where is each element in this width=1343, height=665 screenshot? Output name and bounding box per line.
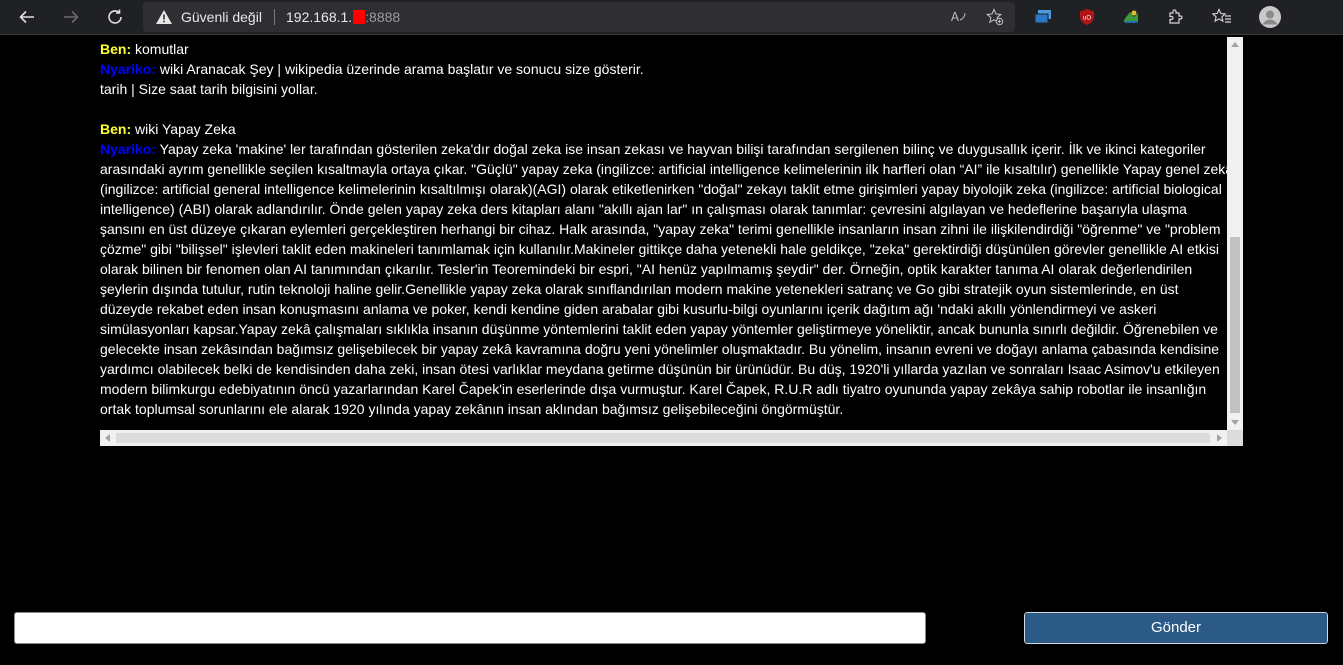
url-text[interactable]: 192.168.1. :8888 — [286, 9, 400, 25]
scroll-down-icon[interactable] — [1231, 420, 1239, 425]
bot-speaker-label: Nyariko: — [100, 141, 157, 157]
extensions-icon[interactable] — [1160, 2, 1190, 32]
browser-toolbar: Güvenli değil 192.168.1. :8888 A uO — [0, 0, 1343, 35]
favorites-icon[interactable] — [1207, 2, 1237, 32]
url-host: 192.168.1. — [286, 9, 353, 25]
chat-message: Ben: komutlar — [100, 39, 1227, 59]
vertical-scroll-thumb[interactable] — [1230, 237, 1240, 413]
send-button[interactable]: Gönder — [1023, 611, 1329, 645]
message-text: tarih | Size saat tarih bilgisini yollar… — [100, 81, 318, 97]
address-bar[interactable]: Güvenli değil 192.168.1. :8888 A — [143, 2, 1015, 32]
scroll-left-icon[interactable] — [105, 434, 110, 442]
security-status[interactable]: Güvenli değil — [181, 9, 262, 25]
collections-icon[interactable] — [1028, 2, 1058, 32]
message-text: komutlar — [131, 41, 189, 57]
message-input[interactable] — [14, 612, 926, 644]
profile-icon[interactable] — [1255, 2, 1285, 32]
extension-green-icon[interactable] — [1116, 2, 1146, 32]
message-text: wiki Aranacak Şey | wikipedia üzerinde a… — [156, 61, 644, 77]
user-speaker-label: Ben: — [100, 121, 132, 137]
read-aloud-icon[interactable]: A — [947, 5, 971, 29]
add-favorite-icon[interactable] — [983, 5, 1007, 29]
back-icon[interactable] — [12, 2, 42, 32]
warning-icon[interactable] — [155, 9, 173, 30]
horizontal-scroll-thumb[interactable] — [116, 433, 1210, 443]
scrollbar-corner — [1227, 430, 1243, 446]
user-speaker-label: Ben: — [100, 41, 132, 57]
message-text: wiki Yapay Zeka — [131, 121, 236, 137]
bot-speaker-label: Nyariko: — [100, 61, 157, 77]
chat-message: Nyariko: Yapay zeka 'makine' ler tarafın… — [100, 139, 1227, 419]
refresh-icon[interactable] — [100, 2, 130, 32]
address-separator — [274, 9, 275, 25]
read-aloud-label: A — [950, 10, 960, 24]
chat-message: Ben: wiki Yapay Zeka — [100, 119, 1227, 139]
scroll-right-icon[interactable] — [1217, 434, 1222, 442]
ublock-icon[interactable]: uO — [1072, 2, 1102, 32]
scroll-up-icon[interactable] — [1231, 42, 1239, 47]
horizontal-scrollbar[interactable] — [100, 430, 1227, 446]
chat-message: tarih | Size saat tarih bilgisini yollar… — [100, 79, 1227, 99]
vertical-scrollbar[interactable] — [1227, 37, 1243, 430]
forward-icon[interactable] — [56, 2, 86, 32]
chat-log[interactable]: Ben: komutlar Nyariko: wiki Aranacak Şey… — [100, 37, 1243, 446]
message-text: Yapay zeka 'makine' ler tarafından göste… — [100, 141, 1227, 417]
url-port: :8888 — [365, 9, 401, 25]
redaction-mark — [353, 10, 366, 24]
chat-messages: Ben: komutlar Nyariko: wiki Aranacak Şey… — [100, 37, 1227, 430]
svg-text:uO: uO — [1083, 16, 1091, 22]
chat-message: Nyariko: wiki Aranacak Şey | wikipedia ü… — [100, 59, 1227, 79]
